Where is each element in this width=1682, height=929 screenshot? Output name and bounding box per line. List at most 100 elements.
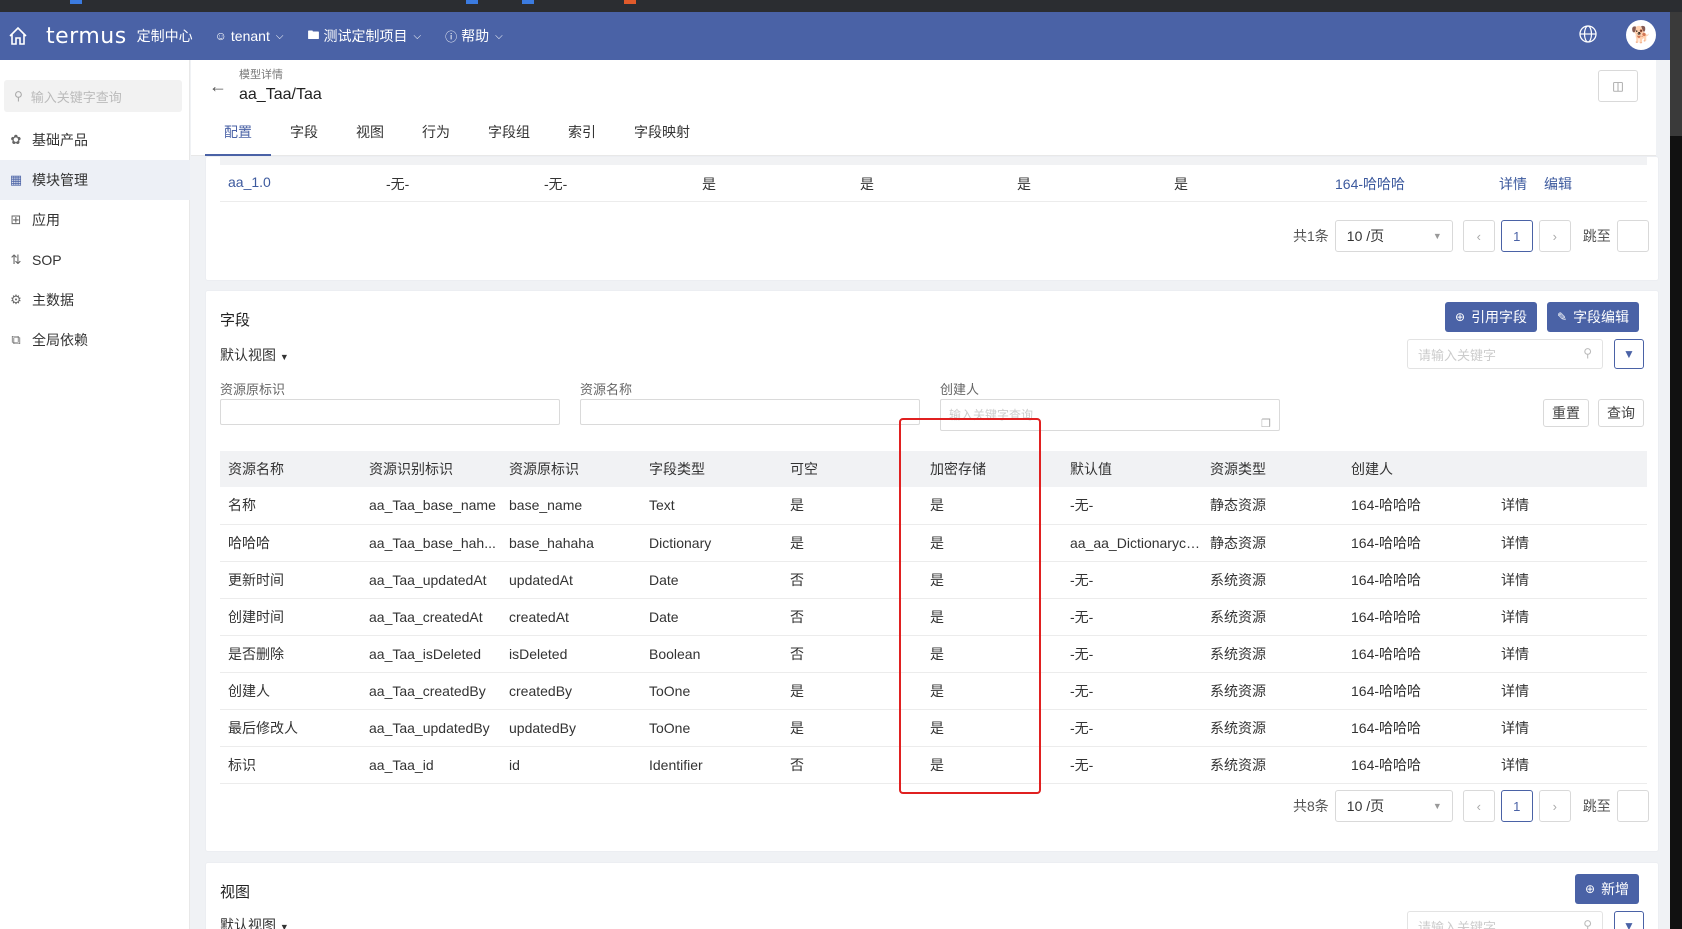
sidebar-item-apps[interactable]: ⊞ 应用 — [0, 200, 190, 240]
page-number-button[interactable]: 1 — [1500, 220, 1533, 252]
brand-logo[interactable]: termus — [46, 24, 127, 49]
detail-link[interactable]: 详情 — [1499, 174, 1527, 194]
creator-link[interactable]: 164-哈哈哈 — [1335, 174, 1405, 194]
view-dropdown[interactable]: 默认视图 ▼ — [220, 345, 289, 365]
view-dropdown[interactable]: 默认视图 ▼ — [220, 915, 289, 929]
source-id-input[interactable] — [220, 399, 560, 425]
page-size-select[interactable]: 10 /页 ▼ — [1334, 790, 1453, 822]
edit-fields-button[interactable]: ✎ 字段编辑 — [1547, 302, 1640, 332]
tab-field-groups[interactable]: 字段组 — [469, 110, 549, 156]
sidebar-item-global-deps[interactable]: ⧉ 全局依赖 — [0, 320, 190, 360]
filter-button[interactable]: ▼ — [1614, 911, 1644, 929]
tab-views[interactable]: 视图 — [337, 110, 403, 156]
detail-link[interactable]: 详情 — [1493, 672, 1647, 710]
back-arrow-icon[interactable]: ← — [209, 76, 227, 97]
next-page-button[interactable]: › — [1538, 790, 1571, 822]
avatar[interactable]: 🐕 — [1626, 20, 1656, 50]
keyword-search-input[interactable]: 请输入关键字 ⚲ — [1407, 339, 1603, 369]
browser-tab-indicator — [466, 0, 478, 4]
jump-label: 跳至 — [1582, 798, 1611, 814]
tenant-menu[interactable]: ☺ tenant ⌵ — [215, 28, 284, 44]
data-icon: ⚙ — [10, 292, 22, 307]
caret-down-icon: ▼ — [279, 922, 289, 929]
filter-button[interactable]: ▼ — [1614, 339, 1644, 369]
detail-link[interactable]: 详情 — [1493, 598, 1647, 636]
creator-link[interactable]: 164-哈哈哈 — [1343, 487, 1493, 525]
tab-field-mapping[interactable]: 字段映射 — [615, 110, 709, 156]
sidebar-item-sop[interactable]: ⇅ SOP — [0, 240, 190, 280]
sidebar-item-label: SOP — [32, 252, 62, 268]
version-link[interactable]: aa_1.0 — [228, 174, 271, 190]
side-panel-toggle-button[interactable]: ◫ — [1598, 70, 1638, 102]
creator-select-input[interactable]: 输入关键字查询 ❐ — [940, 399, 1280, 431]
table-cell: -无- — [1062, 487, 1202, 525]
creator-link[interactable]: 164-哈哈哈 — [1343, 672, 1493, 710]
project-menu[interactable]: 🖿 测试定制项目 ⌵ — [307, 26, 421, 47]
creator-link[interactable]: 164-哈哈哈 — [1343, 635, 1493, 673]
page-size-value: 10 /页 — [1346, 798, 1385, 814]
tab-fields[interactable]: 字段 — [271, 110, 337, 156]
tab-behaviors[interactable]: 行为 — [403, 110, 469, 156]
jump-page-input[interactable] — [1616, 790, 1649, 822]
page-header: ← 模型详情 aa_Taa/Taa ◫ 配置 字段 视图 行为 字段组 索引 字… — [191, 60, 1656, 156]
query-button[interactable]: 查询 — [1598, 399, 1644, 427]
detail-link[interactable]: 详情 — [1493, 746, 1647, 784]
prev-page-button[interactable]: ‹ — [1462, 220, 1495, 252]
jump-page-input[interactable] — [1616, 220, 1649, 252]
scrollbar-thumb[interactable] — [1670, 12, 1682, 136]
page-number-button[interactable]: 1 — [1500, 790, 1533, 822]
detail-link[interactable]: 详情 — [1493, 487, 1647, 525]
table-cell: updatedBy — [501, 709, 641, 747]
creator-link[interactable]: 164-哈哈哈 — [1343, 746, 1493, 784]
tab-config[interactable]: 配置 — [205, 110, 271, 156]
creator-link[interactable]: 164-哈哈哈 — [1343, 598, 1493, 636]
column-header — [1493, 451, 1647, 487]
help-icon: ⓘ — [445, 29, 458, 44]
table-cell: ToOne — [641, 709, 782, 747]
help-menu[interactable]: ⓘ 帮助 ⌵ — [445, 26, 503, 46]
table-cell: 是 — [922, 561, 1062, 599]
dependency-icon: ⧉ — [11, 332, 21, 347]
edit-link[interactable]: 编辑 — [1544, 174, 1572, 194]
pagination: 共1条 10 /页 ▼ ‹ 1 › 跳至 — [1293, 220, 1649, 252]
creator-link[interactable]: 164-哈哈哈 — [1343, 561, 1493, 599]
detail-link[interactable]: 详情 — [1493, 561, 1647, 599]
cell: 是 — [860, 176, 874, 192]
sidebar-item-base-products[interactable]: ✿ 基础产品 — [0, 120, 190, 160]
column-header: 默认值 — [1062, 451, 1202, 487]
sidebar-search-input[interactable]: ⚲ 输入关键字查询 — [4, 80, 182, 112]
chevron-down-icon: ⌵ — [495, 30, 503, 42]
plus-circle-icon: ⊕ — [1585, 882, 1596, 896]
home-icon[interactable] — [2, 20, 34, 52]
pagination-total: 共1条 — [1293, 228, 1329, 244]
module-icon: ▦ — [9, 172, 23, 187]
creator-link[interactable]: 164-哈哈哈 — [1343, 524, 1493, 562]
add-view-button[interactable]: ⊕ 新增 — [1575, 874, 1640, 904]
table-cell: 是 — [922, 598, 1062, 636]
browser-tab-indicator — [624, 0, 636, 4]
detail-link[interactable]: 详情 — [1493, 709, 1647, 747]
table-cell: id — [501, 746, 641, 784]
sidebar-item-module-management[interactable]: ▦ 模块管理 — [0, 160, 190, 200]
table-cell: isDeleted — [501, 635, 641, 673]
globe-icon[interactable] — [1578, 24, 1600, 46]
chevron-down-icon: ▼ — [1432, 231, 1442, 241]
window-scrollbar[interactable] — [1670, 12, 1682, 929]
search-icon: ⚲ — [1583, 346, 1592, 360]
keyword-search-input[interactable]: 请输入关键字 ⚲ — [1407, 911, 1603, 929]
table-cell: -无- — [1062, 709, 1202, 747]
page-size-select[interactable]: 10 /页 ▼ — [1334, 220, 1453, 252]
detail-link[interactable]: 详情 — [1493, 635, 1647, 673]
column-header: 创建人 — [1343, 451, 1493, 487]
reference-field-button[interactable]: ⊕ 引用字段 — [1445, 302, 1538, 332]
next-page-button[interactable]: › — [1538, 220, 1571, 252]
reset-button[interactable]: 重置 — [1543, 399, 1589, 427]
column-header: 可空 — [782, 451, 922, 487]
detail-link[interactable]: 详情 — [1493, 524, 1647, 562]
table-cell: 系统资源 — [1202, 746, 1343, 784]
prev-page-button[interactable]: ‹ — [1462, 790, 1495, 822]
sidebar-item-master-data[interactable]: ⚙ 主数据 — [0, 280, 190, 320]
creator-link[interactable]: 164-哈哈哈 — [1343, 709, 1493, 747]
source-name-input[interactable] — [580, 399, 920, 425]
tab-indexes[interactable]: 索引 — [549, 110, 615, 156]
